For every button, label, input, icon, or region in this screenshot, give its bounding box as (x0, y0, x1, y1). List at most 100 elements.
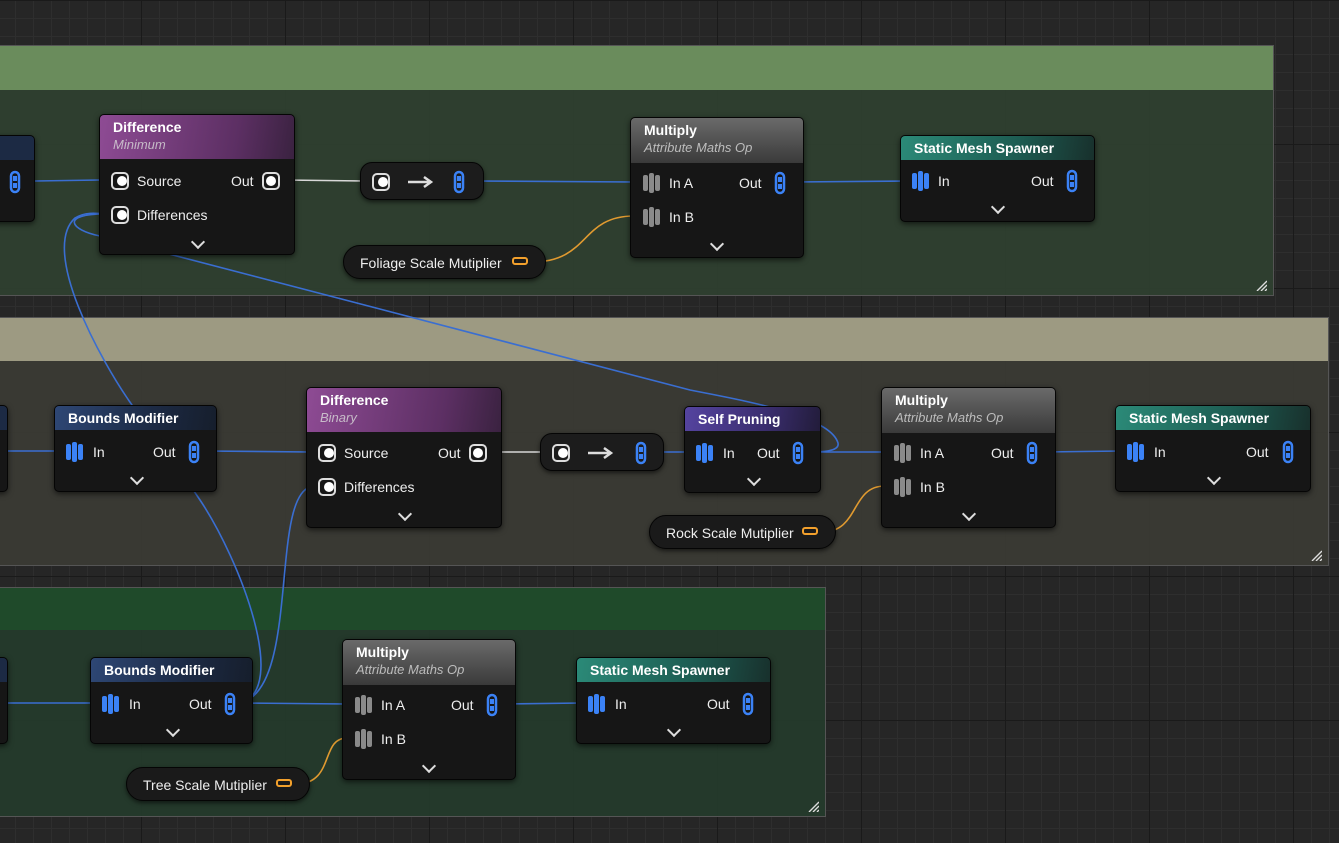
comment-group-trees-header[interactable] (0, 588, 825, 630)
chevron-down-icon[interactable] (165, 722, 181, 738)
node-bounds-modifier-rocks[interactable]: Bounds Modifier In Out (54, 405, 217, 492)
pin-out: Out (189, 696, 212, 712)
point-data-pin-icon[interactable] (1066, 169, 1078, 193)
attribute-pin-icon[interactable] (892, 442, 912, 464)
arrow-right-icon (408, 175, 434, 189)
float-param-icon[interactable] (512, 257, 528, 265)
pin-in: In (1154, 444, 1166, 460)
chevron-down-icon[interactable] (666, 722, 682, 738)
node-convert-to-points-foliage[interactable] (360, 162, 484, 200)
node-static-mesh-spawner-rocks[interactable]: Static Mesh Spawner In Out (1115, 405, 1311, 492)
pin-source: Source (344, 445, 389, 461)
point-data-pin-icon[interactable] (587, 692, 607, 716)
comment-group-foliage-header[interactable] (0, 46, 1273, 90)
point-data-pin-icon[interactable] (453, 170, 465, 194)
spatial-data-pin-icon[interactable] (9, 170, 21, 194)
point-data-pin-icon[interactable] (792, 441, 804, 465)
spatial-data-pin-icon[interactable] (110, 171, 130, 191)
point-data-pin-icon[interactable] (188, 440, 200, 464)
resize-grip-icon[interactable] (1310, 549, 1322, 561)
node-rocks-input-edge[interactable] (0, 405, 8, 492)
pin-in-a: In A (669, 175, 694, 191)
spatial-data-pin-icon[interactable] (551, 443, 571, 463)
spatial-data-pin-icon[interactable] (317, 477, 337, 497)
pin-in-a: In A (920, 445, 945, 461)
spatial-data-pin-icon[interactable] (261, 171, 281, 191)
spatial-data-pin-icon[interactable] (371, 172, 391, 192)
chevron-down-icon[interactable] (1206, 470, 1222, 486)
point-data-pin-icon[interactable] (911, 169, 931, 193)
attribute-pin-icon[interactable] (641, 172, 661, 194)
node-title: Static Mesh Spawner (1129, 410, 1270, 426)
pin-in: In (615, 696, 627, 712)
chevron-down-icon[interactable] (990, 199, 1006, 215)
param-tree-scale-multiplier[interactable]: Tree Scale Mutiplier (126, 767, 310, 801)
spatial-data-pin-icon[interactable] (110, 205, 130, 225)
resize-grip-icon[interactable] (1255, 279, 1267, 291)
point-data-pin-icon[interactable] (1126, 440, 1146, 464)
pin-in: In (723, 445, 735, 461)
pin-differences: Differences (137, 207, 208, 223)
param-label: Tree Scale Mutiplier (143, 777, 267, 793)
node-difference-binary[interactable]: Difference Binary Source Out Differences (306, 387, 502, 528)
point-data-pin-icon[interactable] (774, 171, 786, 195)
arrow-right-icon (588, 446, 614, 460)
node-multiply-rocks[interactable]: Multiply Attribute Maths Op In A Out In … (881, 387, 1056, 528)
param-label: Foliage Scale Mutiplier (360, 255, 502, 271)
pin-source: Source (137, 173, 182, 189)
pin-out: Out (707, 696, 730, 712)
attribute-pin-icon[interactable] (353, 728, 373, 750)
node-self-pruning[interactable]: Self Pruning In Out (684, 406, 821, 493)
node-foliage-input-edge[interactable] (0, 135, 35, 222)
param-label: Rock Scale Mutiplier (666, 525, 794, 541)
chevron-down-icon[interactable] (129, 470, 145, 486)
attribute-pin-icon[interactable] (353, 694, 373, 716)
chevron-down-icon[interactable] (421, 758, 437, 774)
pin-out: Out (153, 444, 176, 460)
node-static-mesh-spawner-trees[interactable]: Static Mesh Spawner In Out (576, 657, 771, 744)
point-data-pin-icon[interactable] (101, 692, 121, 716)
pin-out: Out (991, 445, 1014, 461)
node-trees-input-edge[interactable] (0, 657, 8, 744)
spatial-data-pin-icon[interactable] (468, 443, 488, 463)
chevron-down-icon[interactable] (746, 471, 762, 487)
pin-in-b: In B (669, 209, 694, 225)
node-multiply-foliage[interactable]: Multiply Attribute Maths Op In A Out In … (630, 117, 804, 258)
point-data-pin-icon[interactable] (742, 692, 754, 716)
attribute-pin-icon[interactable] (641, 206, 661, 228)
node-title: Bounds Modifier (104, 662, 215, 678)
node-static-mesh-spawner-foliage[interactable]: Static Mesh Spawner In Out (900, 135, 1095, 222)
param-foliage-scale-multiplier[interactable]: Foliage Scale Mutiplier (343, 245, 546, 279)
node-multiply-trees[interactable]: Multiply Attribute Maths Op In A Out In … (342, 639, 516, 780)
float-param-icon[interactable] (802, 527, 818, 535)
chevron-down-icon[interactable] (190, 234, 206, 250)
pin-in: In (129, 696, 141, 712)
chevron-down-icon[interactable] (961, 506, 977, 522)
node-convert-to-points-rocks[interactable] (540, 433, 664, 471)
chevron-down-icon[interactable] (397, 506, 413, 522)
point-data-pin-icon[interactable] (1282, 440, 1294, 464)
resize-grip-icon[interactable] (807, 800, 819, 812)
pin-out: Out (1246, 444, 1269, 460)
comment-group-rocks-header[interactable] (0, 318, 1328, 361)
point-data-pin-icon[interactable] (695, 441, 715, 465)
point-data-pin-icon[interactable] (224, 692, 236, 716)
node-title: Static Mesh Spawner (590, 662, 731, 678)
pin-out: Out (1031, 173, 1054, 189)
point-data-pin-icon[interactable] (65, 440, 85, 464)
node-title: Difference (320, 392, 389, 408)
attribute-pin-icon[interactable] (892, 476, 912, 498)
pin-out: Out (231, 173, 254, 189)
spatial-data-pin-icon[interactable] (317, 443, 337, 463)
node-difference-minimum[interactable]: Difference Minimum Source Out Difference… (99, 114, 295, 255)
float-param-icon[interactable] (276, 779, 292, 787)
param-rock-scale-multiplier[interactable]: Rock Scale Mutiplier (649, 515, 836, 549)
pin-in-b: In B (920, 479, 945, 495)
point-data-pin-icon[interactable] (635, 441, 647, 465)
node-title: Self Pruning (698, 411, 781, 427)
point-data-pin-icon[interactable] (486, 693, 498, 717)
chevron-down-icon[interactable] (709, 236, 725, 252)
point-data-pin-icon[interactable] (1026, 441, 1038, 465)
node-bounds-modifier-trees[interactable]: Bounds Modifier In Out (90, 657, 253, 744)
node-title: Static Mesh Spawner (914, 140, 1055, 156)
